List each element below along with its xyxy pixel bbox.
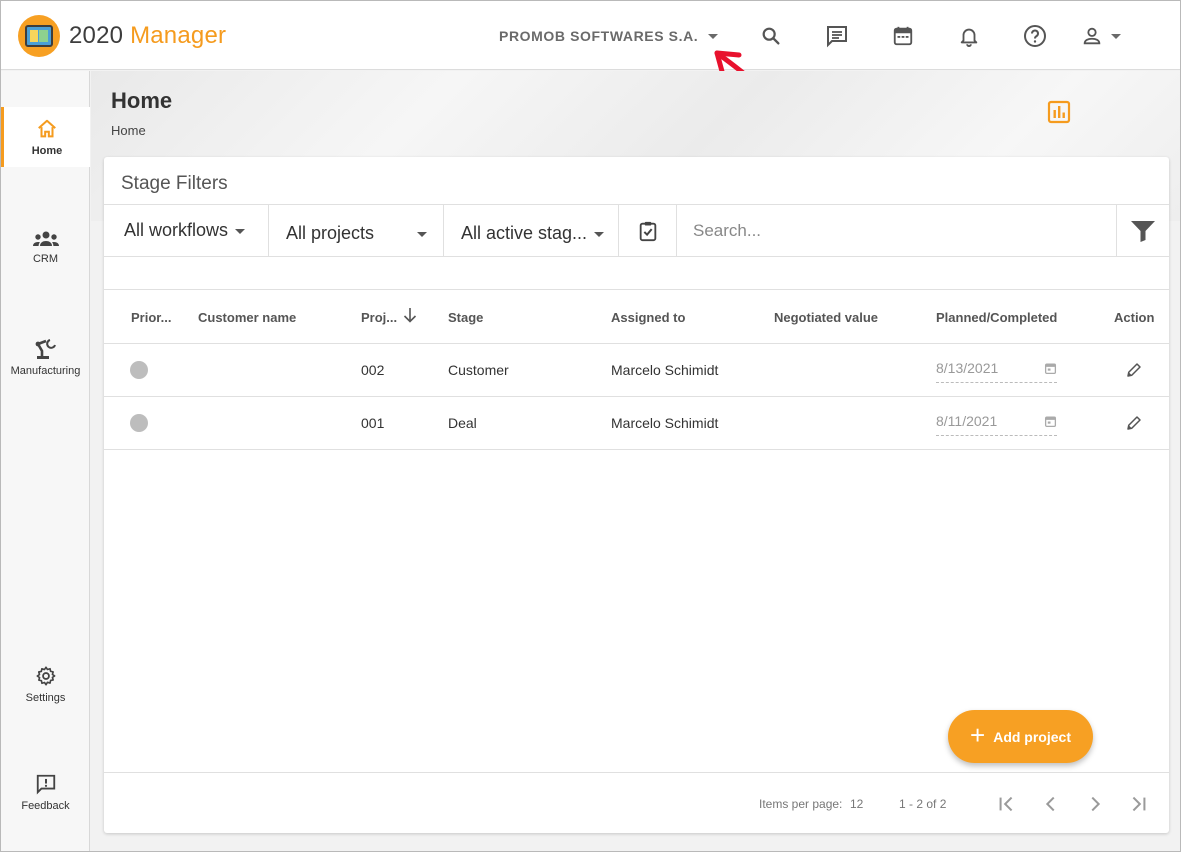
sort-arrow-down-icon[interactable] (403, 307, 417, 323)
next-page-icon[interactable] (1084, 793, 1106, 815)
column-header-action: Action (1114, 310, 1155, 325)
planned-date-field[interactable]: 8/13/2021 (936, 357, 1057, 383)
previous-page-icon[interactable] (1040, 793, 1062, 815)
cell-assigned: Marcelo Schimidt (611, 362, 719, 378)
planned-date-field[interactable]: 8/11/2021 (936, 410, 1057, 436)
items-per-page-select[interactable]: 12 (850, 797, 863, 811)
cell-stage: Customer (448, 362, 509, 378)
table-toolbar-spacer (104, 257, 1169, 290)
sidebar-item-manufacturing[interactable]: Manufacturing (1, 327, 90, 387)
priority-indicator (130, 361, 148, 379)
column-header-planned[interactable]: Planned/Completed (936, 310, 1057, 325)
help-icon[interactable] (1022, 23, 1048, 49)
cell-assigned: Marcelo Schimidt (611, 415, 719, 431)
column-header-assigned[interactable]: Assigned to (611, 310, 685, 325)
gear-icon (35, 665, 55, 686)
calendar-icon[interactable] (1044, 362, 1057, 375)
bell-icon[interactable] (956, 23, 982, 49)
page-range-label: 1 - 2 of 2 (899, 797, 947, 811)
account-icon (1083, 27, 1101, 45)
last-page-icon[interactable] (1127, 793, 1149, 815)
people-icon (32, 231, 59, 246)
sidebar-item-label: Manufacturing (10, 364, 81, 377)
sidebar-item-label: Feedback (21, 799, 70, 812)
table-header: Prior... Customer name Proj... Stage Ass… (104, 290, 1169, 344)
account-menu[interactable] (1081, 23, 1125, 49)
chevron-down-icon (1111, 33, 1121, 39)
projects-select[interactable]: All projects (269, 205, 444, 257)
column-header-customer[interactable]: Customer name (198, 310, 296, 325)
cell-project: 002 (361, 362, 385, 378)
sidebar-item-label: Home (31, 144, 63, 157)
plus-icon: + (970, 720, 986, 750)
workflow-select[interactable]: All workflows (104, 205, 269, 257)
cell-stage: Deal (448, 415, 477, 431)
cell-project: 001 (361, 415, 385, 431)
stage-filters-title: Stage Filters (121, 173, 228, 194)
feedback-icon (36, 774, 55, 794)
first-page-icon[interactable] (996, 793, 1018, 815)
chevron-down-icon (235, 229, 245, 234)
sidebar-item-feedback[interactable]: Feedback (1, 762, 90, 822)
logo-badge-icon (18, 15, 60, 57)
search-placeholder: Search... (693, 221, 762, 240)
sidebar-item-home[interactable]: Home (1, 107, 90, 167)
table-row[interactable]: 002 Customer Marcelo Schimidt 8/13/2021 (104, 344, 1169, 397)
sidebar-item-label: CRM (32, 252, 59, 265)
column-header-priority[interactable]: Prior... (131, 310, 171, 325)
calendar-icon[interactable] (1044, 415, 1057, 428)
sidebar-item-settings[interactable]: Settings (1, 654, 90, 714)
workflow-select-value: All workflows (124, 220, 229, 240)
chevron-down-icon (417, 232, 427, 237)
page-title: Home (111, 88, 173, 113)
search-input[interactable]: Search... (677, 205, 1116, 257)
edit-pencil-icon[interactable] (1125, 361, 1143, 379)
app-logo[interactable]: 2020 Manager (18, 15, 226, 57)
sidebar: Home CRM Manufacturing Settings Feedback (1, 71, 90, 851)
sidebar-item-label: Settings (25, 691, 66, 704)
filter-button[interactable] (1116, 205, 1169, 256)
chat-icon[interactable] (824, 23, 850, 49)
bar-chart-icon (1047, 100, 1071, 124)
stages-select-value: All active stag... (461, 223, 588, 243)
clipboard-check-icon (639, 221, 656, 242)
stages-select[interactable]: All active stag... (444, 205, 619, 257)
paginator: Items per page: 12 1 - 2 of 2 (104, 772, 1169, 833)
logo-text: 2020 Manager (69, 22, 227, 49)
chevron-down-icon (594, 232, 604, 237)
column-header-value[interactable]: Negotiated value (774, 310, 878, 325)
funnel-icon (1131, 220, 1155, 242)
planned-date-value: 8/13/2021 (936, 360, 999, 376)
calendar-icon[interactable] (890, 23, 916, 49)
company-name: PROMOB SOFTWARES S.A. (499, 28, 699, 44)
table-row[interactable]: 001 Deal Marcelo Schimidt 8/11/2021 (104, 397, 1169, 450)
sidebar-item-crm[interactable]: CRM (1, 217, 90, 277)
projects-select-value: All projects (286, 223, 375, 243)
robot-arm-icon (35, 338, 56, 359)
items-per-page-label: Items per page: (759, 797, 843, 811)
top-bar: 2020 Manager PROMOB SOFTWARES S.A. (1, 1, 1180, 104)
app-window: 2020 Manager PROMOB SOFTWARES S.A. Home … (0, 0, 1181, 852)
add-project-label: Add project (993, 728, 1071, 745)
edit-pencil-icon[interactable] (1125, 414, 1143, 432)
chevron-down-icon (708, 33, 719, 39)
planned-date-value: 8/11/2021 (936, 413, 998, 429)
priority-indicator (130, 414, 148, 432)
add-project-button[interactable]: + Add project (948, 710, 1093, 763)
chart-toggle-button[interactable] (1047, 100, 1071, 129)
home-icon (38, 119, 56, 137)
company-selector[interactable]: PROMOB SOFTWARES S.A. (499, 28, 719, 44)
breadcrumb[interactable]: Home (111, 123, 146, 138)
column-header-stage[interactable]: Stage (448, 310, 483, 325)
filter-bar: All workflows All projects All active st… (104, 204, 1169, 257)
stage-checklist-button[interactable] (619, 205, 677, 257)
column-header-project[interactable]: Proj... (361, 310, 397, 325)
